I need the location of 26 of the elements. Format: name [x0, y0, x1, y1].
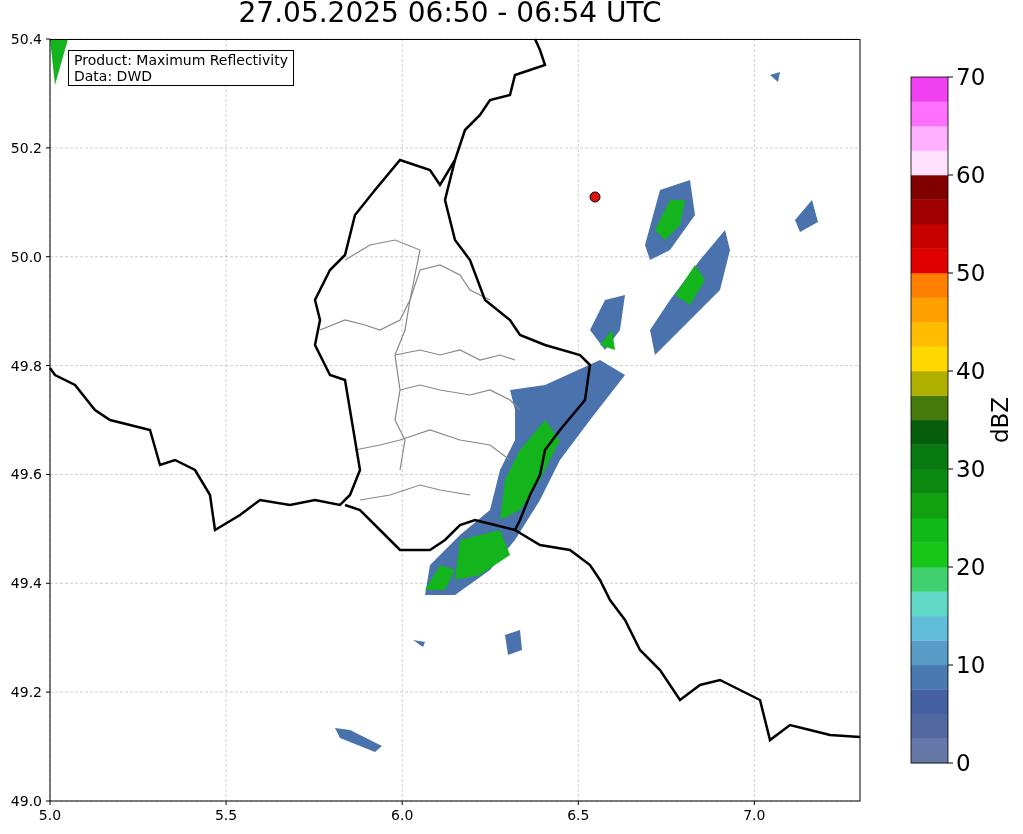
axis-tick-label: 49.2	[10, 684, 42, 701]
colorbar-tick-label: 20	[956, 554, 986, 580]
colorbar-tick-label: 0	[956, 750, 971, 776]
annotation-text: Data: DWD	[74, 68, 153, 84]
colorbar-tick-label: 30	[956, 456, 986, 482]
axis-tick-label: 49.4	[10, 575, 42, 592]
colorbar-tick-label: 50	[956, 260, 986, 286]
axis-tick-label: 49.8	[10, 357, 42, 374]
axis-tick-label: 5.5	[214, 807, 238, 823]
colorbar-tick-label: 70	[956, 66, 986, 90]
colorbar-tick-label: 10	[956, 652, 986, 678]
chart-title: 27.05.2025 06:50 - 06:54 UTC	[238, 0, 662, 31]
axis-tick-label: 50.2	[10, 139, 42, 156]
colorbar-tick-label: 40	[956, 358, 986, 384]
axis-tick-label: 49.6	[10, 466, 42, 483]
axis-tick-label: 50.4	[10, 31, 42, 47]
annotation-text: Product: Maximum Reflectivity	[74, 52, 288, 68]
axis-tick-label: 6.5	[567, 807, 590, 823]
axis-tick-label: 50.0	[10, 248, 42, 265]
axis-tick-label: 6.0	[391, 807, 414, 823]
axis-tick-label: 49.0	[10, 793, 42, 809]
colorbar-tick-label: 60	[956, 162, 986, 188]
axis-tick-label: 5.0	[38, 807, 62, 823]
location-marker-icon	[589, 191, 601, 203]
axis-tick-label: 7.0	[743, 807, 766, 823]
colorbar-label: dBZ	[987, 396, 1013, 444]
